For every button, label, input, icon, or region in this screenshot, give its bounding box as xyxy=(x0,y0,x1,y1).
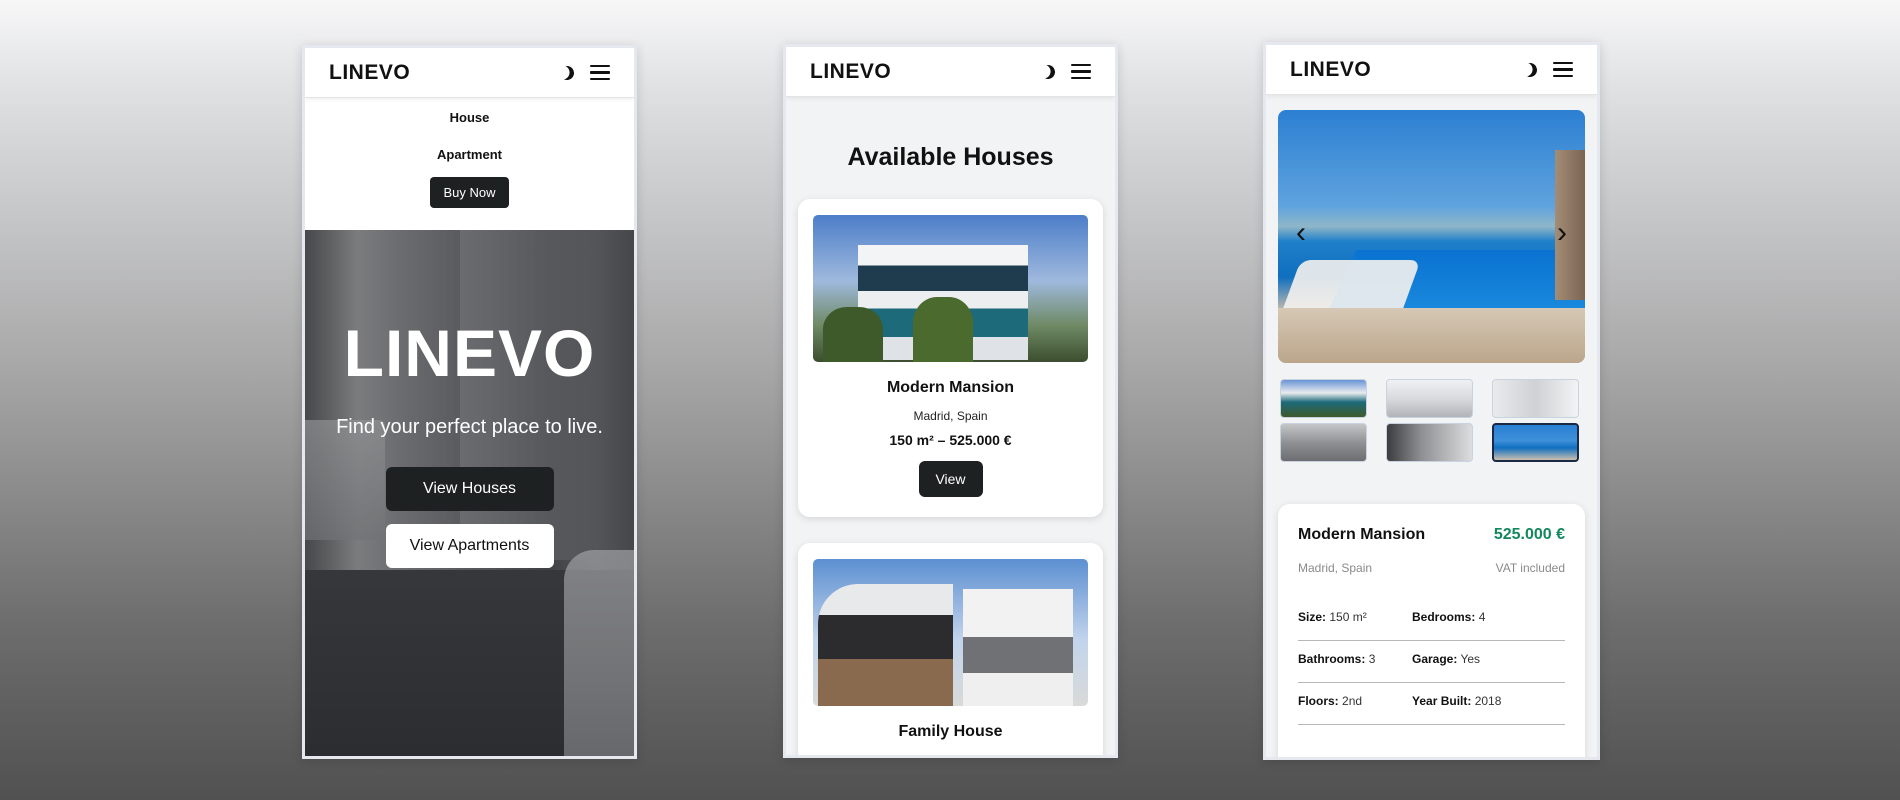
moon-icon[interactable] xyxy=(1039,63,1057,81)
brand-logo[interactable]: LINEVO xyxy=(329,61,410,85)
spec-garage: Garage: Yes xyxy=(1412,651,1481,666)
navbar: LINEVO xyxy=(305,48,634,98)
house-name: Modern Mansion xyxy=(886,379,1015,396)
thumbnail[interactable] xyxy=(1386,423,1473,462)
house-size-price: 150 m² – 525.000 € xyxy=(889,432,1012,448)
menu-item-house[interactable]: House xyxy=(305,110,634,126)
spec-row: Bathrooms: 3 Garage: Yes xyxy=(1298,635,1565,683)
photo-gallery: ‹ › xyxy=(1278,110,1585,462)
view-button[interactable]: View xyxy=(918,461,983,497)
thumbnail[interactable] xyxy=(1492,379,1579,418)
hamburger-icon[interactable] xyxy=(1071,63,1091,80)
navbar: LINEVO xyxy=(786,47,1115,97)
phone-screen-detail: LINEVO ‹ › Modern Mansion 525.000 € Madr… xyxy=(1263,42,1600,760)
spec-table: Size: 150 m² Bedrooms: 4 Bathrooms: 3 Ga… xyxy=(1298,593,1565,725)
hero-section: LINEVO Find your perfect place to live. … xyxy=(305,230,634,756)
hero-subtitle: Find your perfect place to live. xyxy=(336,416,603,438)
spec-year-built: Year Built: 2018 xyxy=(1412,693,1502,708)
main-photo[interactable]: ‹ › xyxy=(1278,110,1585,363)
spec-floors: Floors: 2nd xyxy=(1298,693,1363,708)
spec-row: Size: 150 m² Bedrooms: 4 xyxy=(1298,593,1565,641)
section-title: Available Houses xyxy=(847,143,1054,171)
thumbnail-strip xyxy=(1278,379,1585,462)
spec-bathrooms: Bathrooms: 3 xyxy=(1298,651,1376,666)
brand-logo[interactable]: LINEVO xyxy=(1290,58,1371,82)
chevron-left-icon[interactable]: ‹ xyxy=(1296,218,1306,248)
property-name: Modern Mansion xyxy=(1298,526,1426,543)
moon-icon[interactable] xyxy=(558,64,576,82)
house-name: Family House xyxy=(898,723,1003,740)
phone-screen-home: LINEVO House Apartment Buy Now LINEVO Fi… xyxy=(302,45,637,759)
moon-icon[interactable] xyxy=(1521,61,1539,79)
house-location: Madrid, Spain xyxy=(913,409,988,423)
spec-row: Floors: 2nd Year Built: 2018 xyxy=(1298,677,1565,725)
navbar: LINEVO xyxy=(1266,45,1597,95)
menu-item-apartment[interactable]: Apartment xyxy=(305,147,634,163)
mobile-menu: House Apartment Buy Now xyxy=(305,98,634,230)
property-details-card: Modern Mansion 525.000 € Madrid, Spain V… xyxy=(1278,504,1585,757)
hamburger-icon[interactable] xyxy=(1553,61,1573,78)
hero-title: LINEVO xyxy=(343,316,596,390)
view-houses-button[interactable]: View Houses xyxy=(385,467,554,511)
house-card[interactable]: Family House xyxy=(798,543,1103,755)
house-photo[interactable] xyxy=(813,215,1088,362)
thumbnail[interactable] xyxy=(1280,423,1367,462)
house-photo[interactable] xyxy=(813,559,1088,706)
vat-note: VAT included xyxy=(1495,561,1565,575)
property-location: Madrid, Spain xyxy=(1298,561,1373,575)
buy-now-button[interactable]: Buy Now xyxy=(430,177,509,208)
house-card[interactable]: Modern Mansion Madrid, Spain 150 m² – 52… xyxy=(798,199,1103,517)
thumbnail[interactable] xyxy=(1386,379,1473,418)
phone-screen-listing: LINEVO Available Houses Modern Mansion M… xyxy=(783,44,1118,758)
thumbnail-active[interactable] xyxy=(1492,423,1579,462)
spec-size: Size: 150 m² xyxy=(1298,609,1367,624)
hamburger-icon[interactable] xyxy=(590,64,610,81)
property-price: 525.000 € xyxy=(1493,526,1565,543)
spec-bedrooms: Bedrooms: 4 xyxy=(1412,609,1486,624)
chevron-right-icon[interactable]: › xyxy=(1557,218,1567,248)
view-apartments-button[interactable]: View Apartments xyxy=(385,524,554,568)
brand-logo[interactable]: LINEVO xyxy=(810,60,891,84)
thumbnail[interactable] xyxy=(1280,379,1367,418)
